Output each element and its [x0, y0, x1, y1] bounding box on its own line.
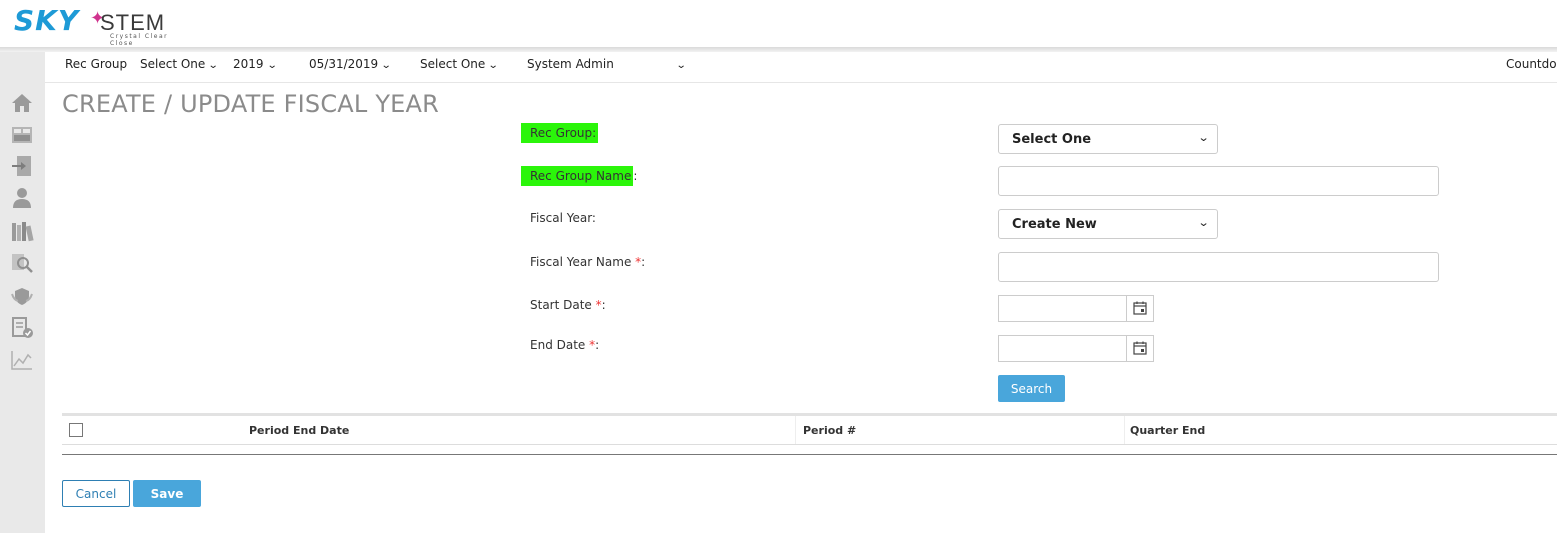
search-button[interactable]: Search — [998, 375, 1065, 402]
rec-group-filter-dropdown[interactable]: Select One ⌄ — [140, 57, 219, 71]
fiscal-year-select[interactable]: Create New ⌄ — [998, 209, 1218, 239]
end-date-label-text: End Date — [530, 338, 590, 352]
library-icon[interactable] — [10, 220, 34, 242]
calendar-icon[interactable] — [1126, 336, 1153, 361]
label-colon: : — [601, 298, 606, 312]
fiscal-year-label: Fiscal Year: — [530, 211, 596, 225]
chevron-down-icon: ⌄ — [1197, 217, 1210, 229]
save-button[interactable]: Save — [133, 480, 201, 507]
chart-line-icon[interactable] — [10, 349, 34, 371]
chevron-down-icon: ⌄ — [1197, 132, 1210, 144]
table-header: Period End Date Period # Quarter End — [62, 416, 1557, 445]
year-filter-dropdown[interactable]: 2019 ⌄ — [233, 57, 278, 71]
label-colon: : — [595, 338, 600, 352]
chevron-down-icon: ⌄ — [488, 60, 499, 71]
user-icon[interactable] — [10, 187, 34, 209]
import-icon[interactable] — [10, 155, 34, 177]
chevron-down-icon: ⌄ — [266, 60, 278, 71]
column-divider — [1124, 416, 1125, 444]
sidebar — [0, 52, 45, 533]
label-colon: : — [641, 255, 646, 269]
column-header-period-number[interactable]: Period # — [803, 424, 856, 437]
column-header-quarter-end[interactable]: Quarter End — [1130, 424, 1205, 437]
end-date-label: End Date *: — [530, 338, 599, 352]
entity-filter-dropdown[interactable]: Select One ⌄ — [420, 57, 499, 71]
logo-tagline: Crystal Clear Close — [110, 33, 169, 47]
document-check-icon[interactable] — [10, 317, 34, 339]
skystem-logo[interactable]: SKY ✦ STEM Crystal Clear Close — [14, 4, 184, 47]
rec-group-name-label-text: Rec Group Name — [521, 166, 634, 186]
shield-icon[interactable] — [10, 285, 34, 307]
column-header-period-end-date[interactable]: Period End Date — [249, 424, 349, 437]
start-date-label: Start Date *: — [530, 298, 606, 312]
date-filter-dropdown[interactable]: 05/31/2019 ⌄ — [309, 57, 392, 71]
start-date-input[interactable] — [998, 295, 1154, 322]
rec-group-label-text: Rec Group: — [521, 123, 599, 143]
year-filter-value: 2019 — [233, 57, 264, 71]
chevron-down-icon: ⌄ — [208, 60, 219, 71]
user-filter-value: System Admin — [527, 57, 614, 71]
table-bottom-border — [62, 454, 1557, 455]
select-all-checkbox[interactable] — [69, 423, 83, 437]
end-date-input[interactable] — [998, 335, 1154, 362]
countdown-link[interactable]: Countdo — [1506, 57, 1557, 71]
chevron-down-icon[interactable]: ⌄ — [673, 57, 687, 71]
search-report-icon[interactable] — [10, 252, 34, 274]
filter-bar: Rec Group Select One ⌄ 2019 ⌄ 05/31/2019 ⌄ … — [45, 52, 1557, 83]
dashboard-icon[interactable] — [10, 124, 34, 146]
rec-group-select-value: Select One — [1012, 132, 1092, 147]
chevron-down-icon: ⌄ — [380, 60, 392, 71]
cancel-button[interactable]: Cancel — [62, 480, 130, 507]
calendar-icon[interactable] — [1126, 296, 1153, 321]
rec-group-filter-label: Rec Group — [65, 57, 128, 71]
home-icon[interactable] — [10, 92, 34, 114]
logo-sky-text: SKY — [14, 4, 80, 37]
user-filter-dropdown[interactable]: System Admin — [527, 57, 614, 71]
rec-group-label: Rec Group: — [521, 123, 599, 143]
fiscal-year-select-value: Create New — [1012, 217, 1097, 232]
rec-group-select[interactable]: Select One ⌄ — [998, 124, 1218, 154]
fiscal-year-name-label: Fiscal Year Name *: — [530, 255, 645, 269]
date-filter-value: 05/31/2019 — [309, 57, 379, 71]
start-date-label-text: Start Date — [530, 298, 596, 312]
rec-group-name-label: Rec Group Name: — [521, 166, 638, 186]
fiscal-year-name-input[interactable] — [998, 252, 1439, 282]
label-colon: : — [633, 169, 638, 183]
fiscal-year-name-label-text: Fiscal Year Name — [530, 255, 636, 269]
column-divider — [795, 416, 796, 444]
rec-group-filter-value: Select One — [140, 57, 206, 71]
page-title: CREATE / UPDATE FISCAL YEAR — [62, 90, 440, 118]
entity-filter-value: Select One — [420, 57, 486, 71]
rec-group-name-input[interactable] — [998, 166, 1439, 196]
